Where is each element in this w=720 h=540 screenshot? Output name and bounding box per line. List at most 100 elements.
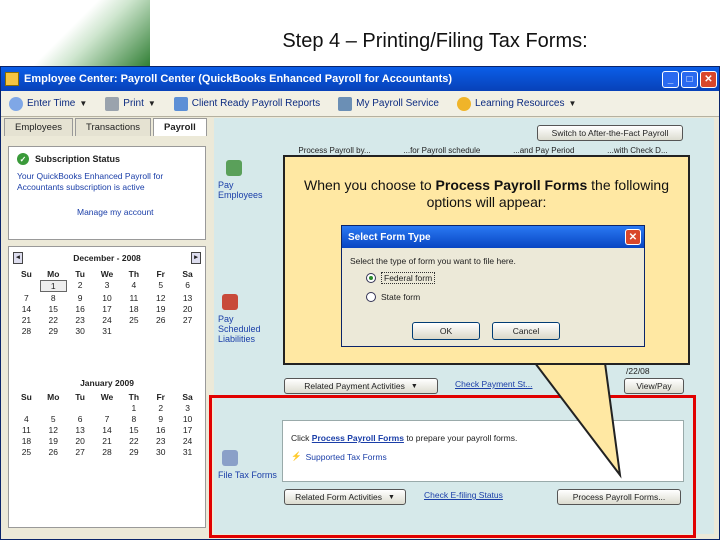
calendar-day[interactable]: 1	[39, 280, 67, 292]
calendar-day[interactable]: 31	[94, 326, 121, 336]
calendar-day[interactable]: 30	[147, 447, 174, 457]
calendar-day[interactable]: 16	[67, 304, 94, 314]
maximize-button[interactable]: □	[681, 70, 698, 88]
pay-liabilities-section[interactable]: Pay Scheduled Liabilities	[218, 294, 278, 344]
calendar-day[interactable]: 17	[94, 304, 121, 314]
print-button[interactable]: Print ▼	[105, 96, 156, 111]
state-form-radio[interactable]: State form	[366, 292, 420, 302]
chevron-down-icon: ▼	[79, 99, 88, 108]
enter-time-button[interactable]: Enter Time ▼	[9, 96, 88, 111]
calendar-day	[13, 280, 40, 292]
federal-form-radio[interactable]: Federal form	[366, 272, 436, 284]
calendar-day[interactable]: 19	[147, 304, 174, 314]
close-icon[interactable]: ✕	[625, 229, 641, 245]
calendar-day[interactable]: 12	[40, 425, 67, 435]
calendar-day[interactable]: 7	[94, 414, 121, 424]
calendar-day[interactable]: 23	[67, 315, 94, 325]
calendar-day[interactable]: 25	[120, 315, 147, 325]
check-payment-link[interactable]: Check Payment St...	[455, 379, 532, 389]
toolbar: Enter Time ▼ Print ▼ Client Ready Payroll …	[1, 91, 719, 117]
calendar-day-header: Su	[20, 392, 32, 402]
calendar-day[interactable]: 25	[13, 447, 40, 457]
calendar-day[interactable]: 3	[94, 280, 121, 292]
calendar-day[interactable]: 10	[174, 414, 201, 424]
close-button[interactable]: ✕	[700, 70, 717, 88]
calendar-day[interactable]: 15	[40, 304, 67, 314]
calendar-day[interactable]: 24	[174, 436, 201, 446]
calendar-day-header: Mo	[47, 269, 60, 279]
client-reports-button[interactable]: Client Ready Payroll Reports	[173, 96, 320, 111]
calendar-day[interactable]: 28	[94, 447, 121, 457]
calendar-day[interactable]: 10	[94, 293, 121, 303]
calendar-day[interactable]: 9	[67, 293, 94, 303]
manage-account-link[interactable]: Manage my account	[77, 207, 197, 217]
calendar-day[interactable]: 30	[67, 326, 94, 336]
calendar-day[interactable]: 16	[147, 425, 174, 435]
calendar-day[interactable]: 5	[40, 414, 67, 424]
slide: Step 4 – Printing/Filing Tax Forms: Empl…	[0, 0, 720, 540]
window-titlebar[interactable]: Employee Center: Payroll Center (QuickBo…	[1, 67, 719, 91]
learning-resources-button[interactable]: Learning Resources ▼	[456, 96, 576, 111]
calendar-day[interactable]: 8	[40, 293, 67, 303]
tab-employees[interactable]: Employees	[4, 118, 73, 136]
calendar-day[interactable]: 14	[13, 304, 40, 314]
calendar-day-header: Tu	[75, 269, 86, 279]
calendar-day[interactable]: 28	[13, 326, 40, 336]
calendar-day[interactable]: 21	[94, 436, 121, 446]
calendar-day[interactable]: 29	[40, 326, 67, 336]
calendar-day[interactable]: 26	[40, 447, 67, 457]
tab-transactions[interactable]: Transactions	[75, 118, 152, 136]
calendar-day[interactable]: 11	[120, 293, 147, 303]
pay-employees-section[interactable]: Pay Employees	[218, 160, 278, 200]
calendar-day[interactable]: 22	[120, 436, 147, 446]
calendar-day[interactable]: 18	[120, 304, 147, 314]
calendar-day[interactable]: 22	[40, 315, 67, 325]
after-the-fact-button[interactable]: Switch to After-the-Fact Payroll	[537, 125, 683, 141]
calendar-day-header: Th	[128, 269, 140, 279]
calendar-day[interactable]: 9	[147, 414, 174, 424]
calendar-day[interactable]: 24	[94, 315, 121, 325]
calendar-day[interactable]: 6	[174, 280, 201, 292]
calendar-day-header: Fr	[156, 269, 165, 279]
dialog-titlebar[interactable]: Select Form Type ✕	[342, 226, 644, 248]
dialog-title: Select Form Type	[348, 231, 431, 243]
my-payroll-service-button[interactable]: My Payroll Service	[338, 96, 439, 111]
cancel-button[interactable]: Cancel	[492, 322, 560, 340]
calendar-day[interactable]: 29	[120, 447, 147, 457]
calendar-day[interactable]: 20	[67, 436, 94, 446]
calendar-day[interactable]: 8	[120, 414, 147, 424]
calendar-day[interactable]: 14	[94, 425, 121, 435]
calendar-day[interactable]: 3	[174, 403, 201, 413]
related-payment-button[interactable]: Related Payment Activities ▼	[284, 378, 438, 394]
calendar-day[interactable]: 15	[120, 425, 147, 435]
calendar-day[interactable]: 12	[147, 293, 174, 303]
calendar-day[interactable]: 19	[40, 436, 67, 446]
calendar-day[interactable]: 27	[174, 315, 201, 325]
calendar-day[interactable]: 13	[174, 293, 201, 303]
calendar-day[interactable]: 1	[120, 403, 147, 413]
calendar-day[interactable]: 18	[13, 436, 40, 446]
calendar-day[interactable]: 2	[147, 403, 174, 413]
calendar-day[interactable]: 4	[120, 280, 147, 292]
calendar-day[interactable]: 2	[67, 280, 94, 292]
calendar-day[interactable]: 7	[13, 293, 40, 303]
tab-payroll[interactable]: Payroll	[153, 118, 207, 136]
calendar-day[interactable]: 26	[147, 315, 174, 325]
prev-month-icon[interactable]: ◂	[13, 252, 23, 264]
calendar-day[interactable]: 21	[13, 315, 40, 325]
ok-button[interactable]: OK	[412, 322, 480, 340]
calendar-day[interactable]: 20	[174, 304, 201, 314]
calendar-day[interactable]: 11	[13, 425, 40, 435]
calendar-day[interactable]: 13	[67, 425, 94, 435]
calendar-day[interactable]: 17	[174, 425, 201, 435]
calendar-day[interactable]: 4	[13, 414, 40, 424]
calendar-day[interactable]: 27	[67, 447, 94, 457]
chevron-down-icon: ▼	[147, 99, 156, 108]
view-pay-button[interactable]: View/Pay	[624, 378, 684, 394]
calendar-day[interactable]: 23	[147, 436, 174, 446]
calendar-day[interactable]: 6	[67, 414, 94, 424]
next-month-icon[interactable]: ▸	[190, 252, 201, 264]
calendar-day[interactable]: 5	[147, 280, 174, 292]
calendar-day[interactable]: 31	[174, 447, 201, 457]
minimize-button[interactable]: _	[662, 70, 679, 88]
